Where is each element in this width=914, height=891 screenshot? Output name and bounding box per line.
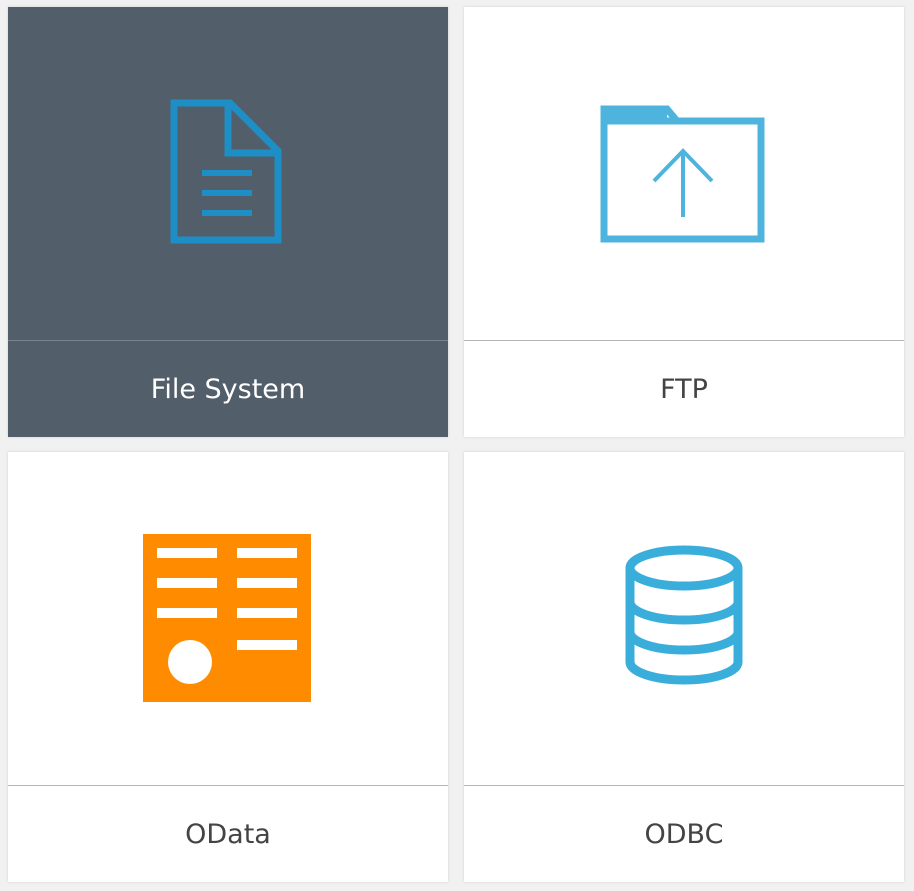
tile-icon-area: [8, 452, 448, 785]
database-icon: [625, 545, 743, 684]
source-type-grid: File System FTP OData ODBC: [0, 0, 914, 891]
tile-label: OData: [185, 818, 271, 850]
odata-icon: [143, 533, 311, 702]
tile-label: File System: [150, 373, 306, 405]
tile-icon-area: [8, 7, 448, 340]
tile-icon-area: [464, 452, 904, 785]
tile-file-system[interactable]: File System: [8, 7, 448, 437]
tile-label: ODBC: [644, 818, 724, 850]
tile-icon-area: [464, 7, 904, 340]
tile-odata[interactable]: OData: [8, 452, 448, 882]
tile-odbc[interactable]: ODBC: [464, 452, 904, 882]
tile-label: FTP: [660, 373, 708, 405]
document-icon: [170, 99, 282, 243]
folder-upload-icon: [600, 105, 765, 242]
tile-ftp[interactable]: FTP: [464, 7, 904, 437]
